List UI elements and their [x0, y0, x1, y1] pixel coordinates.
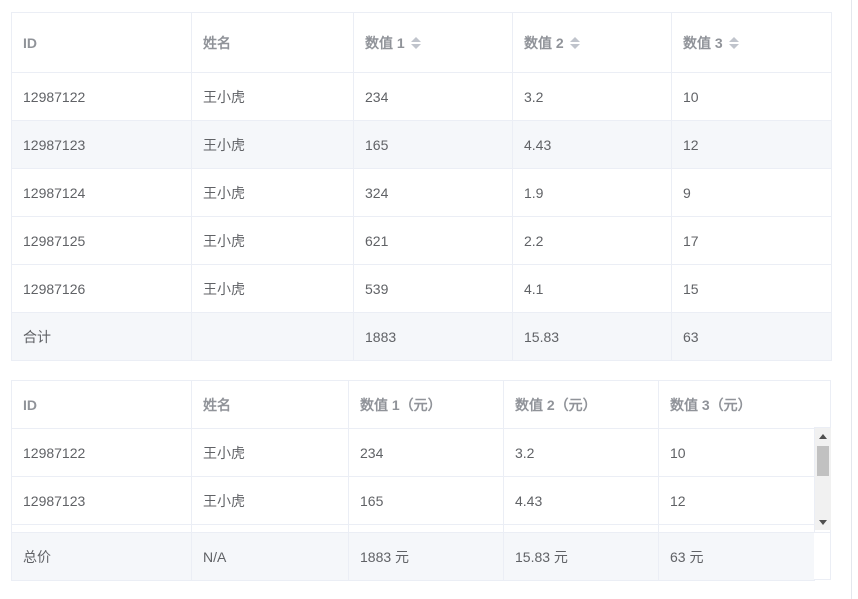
cell-id: 12987123 [11, 120, 192, 169]
sort-descending-icon[interactable] [728, 43, 739, 49]
cell-name: 王小虎 [191, 72, 354, 121]
table-footer: 总价 N/A 1883 元 15.83 元 63 元 [11, 532, 815, 581]
cell-value3: 17 [671, 216, 832, 265]
sort-descending-icon[interactable] [569, 43, 580, 49]
header-value1-label: 数值 1 [365, 34, 405, 51]
scrolling-summary-table: ID 姓名 数值 1（元） 数值 2（元） 数值 3（元） 12987122 王… [11, 380, 831, 581]
cell-value2: 4.43 [503, 476, 659, 524]
footer-gutter [814, 532, 831, 580]
sort-caret-icon[interactable] [569, 36, 580, 49]
header-gutter [814, 380, 831, 428]
cell-value3: 15 [671, 264, 832, 313]
cell-value2: 4.1 [512, 264, 672, 313]
table-row[interactable]: 12987126 王小虎 539 4.1 15 [11, 264, 832, 313]
cell-id: 12987122 [11, 428, 192, 477]
header-value1[interactable]: 数值 1 [353, 12, 513, 73]
cell-name: 王小虎 [191, 120, 354, 169]
scroll-down-arrow-icon[interactable] [819, 520, 827, 525]
cell-value1: 324 [353, 168, 513, 217]
table-row[interactable]: 12987122 王小虎 234 3.2 10 [11, 72, 832, 121]
cell-name: 王小虎 [191, 476, 349, 524]
header-value2[interactable]: 数值 2 [512, 12, 672, 73]
summary-value3: 63 元 [658, 532, 815, 581]
header-value3[interactable]: 数值 3 [671, 12, 832, 73]
cell-value2: 4.43 [512, 120, 672, 169]
cell-name: 王小虎 [191, 216, 354, 265]
table-body-partial [11, 524, 815, 532]
table-row[interactable]: 12987123 王小虎 165 4.43 12 [11, 476, 815, 524]
summary-label: 总价 [11, 532, 192, 581]
header-value1: 数值 1（元） [348, 380, 504, 429]
cell-value1 [348, 524, 504, 532]
cell-id: 12987126 [11, 264, 192, 313]
table-header-row: ID 姓名 数值 1（元） 数值 2（元） 数值 3（元） [11, 380, 815, 429]
cell-value1: 234 [353, 72, 513, 121]
table-row[interactable]: 12987124 王小虎 324 1.9 9 [11, 168, 832, 217]
cell-value2: 1.9 [512, 168, 672, 217]
cell-value1: 165 [353, 120, 513, 169]
cell-value3 [658, 524, 815, 532]
cell-value1: 234 [348, 428, 504, 477]
header-id: ID [11, 12, 192, 73]
cell-value2: 2.2 [512, 216, 672, 265]
sort-ascending-icon[interactable] [569, 36, 580, 42]
header-value2: 数值 2（元） [503, 380, 659, 429]
cell-value2 [503, 524, 659, 532]
cell-id: 12987125 [11, 216, 192, 265]
sort-descending-icon[interactable] [410, 43, 421, 49]
header-value3-label: 数值 3 [683, 34, 723, 51]
header-value3: 数值 3（元） [658, 380, 815, 429]
cell-value3: 10 [658, 428, 815, 477]
summary-value2: 15.83 [512, 312, 672, 361]
cell-name: 王小虎 [191, 168, 354, 217]
cell-name [191, 524, 349, 532]
cell-id: 12987122 [11, 72, 192, 121]
summary-value3: 63 [671, 312, 832, 361]
page-right-border [851, 0, 852, 599]
cell-value2: 3.2 [512, 72, 672, 121]
header-name: 姓名 [191, 380, 349, 429]
summary-value2: 15.83 元 [503, 532, 659, 581]
cell-id: 12987124 [11, 168, 192, 217]
cell-name: 王小虎 [191, 428, 349, 477]
table-row[interactable]: 12987122 王小虎 234 3.2 10 [11, 428, 815, 477]
summary-name: N/A [191, 532, 349, 581]
cell-value1: 539 [353, 264, 513, 313]
vertical-scrollbar[interactable] [815, 428, 831, 530]
summary-row: 合计 1883 15.83 63 [11, 312, 832, 361]
table-header-row: ID 姓名 数值 1 数值 2 数值 3 [11, 12, 832, 73]
cell-value3: 9 [671, 168, 832, 217]
table-row[interactable]: 12987123 王小虎 165 4.43 12 [11, 120, 832, 169]
summary-name [191, 312, 354, 361]
table-row [11, 524, 815, 532]
cell-value3: 10 [671, 72, 832, 121]
cell-value1: 621 [353, 216, 513, 265]
cell-id: 12987123 [11, 476, 192, 524]
summary-row: 总价 N/A 1883 元 15.83 元 63 元 [11, 532, 815, 581]
sort-ascending-icon[interactable] [728, 36, 739, 42]
sortable-summary-table: ID 姓名 数值 1 数值 2 数值 3 12987122 王小虎 234 3.… [11, 12, 832, 361]
sort-caret-icon[interactable] [728, 36, 739, 49]
header-name: 姓名 [191, 12, 354, 73]
cell-value3: 12 [658, 476, 815, 524]
table-body: 12987122 王小虎 234 3.2 10 12987123 王小虎 165… [11, 428, 815, 524]
table-header: ID 姓名 数值 1（元） 数值 2（元） 数值 3（元） [11, 380, 815, 429]
cell-id [11, 524, 192, 532]
summary-value1: 1883 [353, 312, 513, 361]
table-body-scroll-area[interactable]: 12987122 王小虎 234 3.2 10 12987123 王小虎 165… [11, 428, 815, 524]
cell-value2: 3.2 [503, 428, 659, 477]
cell-value3: 12 [671, 120, 832, 169]
cell-value1: 165 [348, 476, 504, 524]
sort-caret-icon[interactable] [410, 36, 421, 49]
sort-ascending-icon[interactable] [410, 36, 421, 42]
scroll-up-arrow-icon[interactable] [819, 434, 827, 439]
header-value2-label: 数值 2 [524, 34, 564, 51]
table-row[interactable]: 12987125 王小虎 621 2.2 17 [11, 216, 832, 265]
partially-visible-row [11, 524, 815, 532]
summary-value1: 1883 元 [348, 532, 504, 581]
header-id: ID [11, 380, 192, 429]
scrollbar-thumb[interactable] [817, 446, 829, 476]
cell-name: 王小虎 [191, 264, 354, 313]
summary-label: 合计 [11, 312, 192, 361]
